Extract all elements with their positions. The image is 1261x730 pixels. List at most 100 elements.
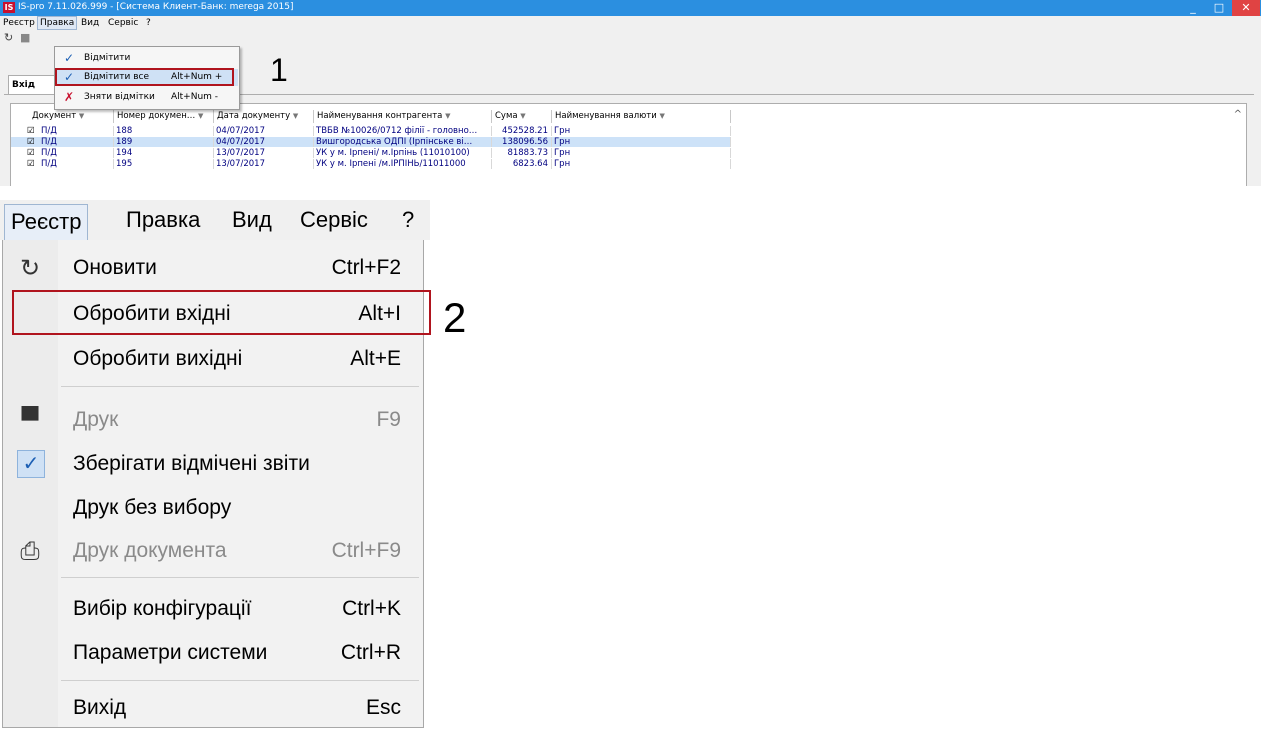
col-counterparty[interactable]: Найменування контрагента ▼ <box>314 110 492 123</box>
print-document-icon: ⎙ <box>20 538 40 565</box>
refresh-icon: ↻ <box>19 255 41 282</box>
cell-number: 194 <box>114 148 214 158</box>
cell-date: 04/07/2017 <box>214 137 314 147</box>
col-number[interactable]: Номер докумен… ▼ <box>114 110 214 123</box>
menu-item-label: Вибір конфігурації <box>73 597 252 620</box>
menu-item-shortcut: F9 <box>376 408 401 431</box>
documents-grid: Документ ▼ Номер докумен… ▼ Дата докумен… <box>10 103 1247 186</box>
menu-item-shortcut: Ctrl+F2 <box>331 256 401 279</box>
cell-number: 195 <box>114 159 214 169</box>
col-counterparty-label: Найменування контрагента <box>317 111 443 121</box>
menu-item-exit[interactable]: Вихід Esc <box>3 686 423 730</box>
minimize-button[interactable]: _ <box>1180 0 1206 16</box>
checkbox-checked-icon[interactable]: ☑ <box>25 126 37 136</box>
table-row[interactable]: ☑ П/Д 195 13/07/2017 УК у м. Ірпені /м.І… <box>11 159 731 169</box>
cell-currency: Грн <box>552 148 731 158</box>
filter-icon[interactable]: ▼ <box>293 112 298 120</box>
menu-item-system-parameters[interactable]: Параметри системи Ctrl+R <box>3 631 423 675</box>
menu-item-process-outgoing[interactable]: Обробити вихідні Alt+E <box>3 337 423 381</box>
menu-item-shortcut: Esc <box>365 696 401 719</box>
cell-counterparty: Вишгородська ОДПІ (Ірпінське ві… <box>314 137 492 147</box>
cell-sum: 81883.73 <box>492 148 552 158</box>
table-row[interactable]: ☑ П/Д 194 13/07/2017 УК у м. Ірпені/ м.І… <box>11 148 731 158</box>
menu-view[interactable]: Вид <box>232 207 272 233</box>
cell-number: 188 <box>114 126 214 136</box>
close-button[interactable]: ✕ <box>1232 0 1260 16</box>
cell-sum: 452528.21 <box>492 126 552 136</box>
highlight-box-2 <box>12 290 431 335</box>
checkbox-checked-icon[interactable]: ☑ <box>25 148 37 158</box>
window-title: IS-pro 7.11.026.999 - [Система Клиент-Ба… <box>18 2 294 12</box>
cell-date: 13/07/2017 <box>214 148 314 158</box>
table-row[interactable]: ☑ П/Д 189 04/07/2017 Вишгородська ОДПІ (… <box>11 137 731 147</box>
col-date-label: Дата документу <box>217 111 291 121</box>
menu-item-unmark[interactable]: ✗ Зняти відмітки Alt+Num - <box>56 89 238 106</box>
menu-item-shortcut: Ctrl+R <box>340 641 401 664</box>
callout-number-1: 1 <box>270 52 288 88</box>
filter-icon[interactable]: ▼ <box>445 112 450 120</box>
menu-item-label: Вихід <box>73 696 127 719</box>
col-date[interactable]: Дата документу ▼ <box>214 110 314 123</box>
menu-service[interactable]: Сервіс <box>300 207 368 233</box>
menu-item-shortcut: Ctrl+F9 <box>331 539 401 562</box>
menu-item-label: Оновити <box>73 256 157 279</box>
checkbox-checked-icon[interactable]: ☑ <box>25 159 37 169</box>
cell-date: 13/07/2017 <box>214 159 314 169</box>
menu-item-shortcut: Alt+E <box>350 347 401 370</box>
menu-edit[interactable]: Правка <box>37 16 78 30</box>
menu-bar: Реєстр Правка Вид Сервіс ? <box>0 16 1261 30</box>
scroll-up-icon[interactable]: ^ <box>1234 109 1242 120</box>
grid-header: Документ ▼ Номер докумен… ▼ Дата докумен… <box>11 110 731 124</box>
check-icon: ✓ <box>63 51 75 65</box>
menu-help[interactable]: ? <box>402 207 414 233</box>
menu-item-mark[interactable]: ✓ Відмітити <box>56 50 238 67</box>
menu-item-label: Зняти відмітки <box>84 92 155 102</box>
printer-icon: ▀ <box>21 407 39 434</box>
checkbox-checked-icon: ✓ <box>17 450 45 478</box>
menu-help[interactable]: ? <box>146 17 151 29</box>
menu-item-print-without-choice[interactable]: Друк без вибору <box>3 486 423 530</box>
maximize-button[interactable]: □ <box>1206 0 1232 16</box>
menu-item-refresh[interactable]: ↻ Оновити Ctrl+F2 <box>3 246 423 290</box>
cell-date: 04/07/2017 <box>214 126 314 136</box>
app-window: IS IS-pro 7.11.026.999 - [Система Клиент… <box>0 0 1261 186</box>
printer-icon[interactable]: ■ <box>20 32 30 44</box>
menu-edit[interactable]: Правка <box>126 207 200 233</box>
registry-menu-zoom: Реєстр Правка Вид Сервіс ? ↻ Оновити Ctr… <box>0 200 430 730</box>
filter-icon[interactable]: ▼ <box>660 112 665 120</box>
cell-number: 189 <box>114 137 214 147</box>
col-currency[interactable]: Найменування валюти ▼ <box>552 110 731 123</box>
cell-counterparty: ТВБВ №10026/0712 філії - головно… <box>314 126 492 136</box>
filter-icon[interactable]: ▼ <box>198 112 203 120</box>
menu-registry[interactable]: Реєстр <box>3 17 35 29</box>
menu-separator <box>61 577 419 578</box>
menu-item-label: Параметри системи <box>73 641 268 664</box>
menu-item-print: ▀ Друк F9 <box>3 398 423 442</box>
col-sum[interactable]: Сума ▼ <box>492 110 552 123</box>
menu-item-save-marked-reports[interactable]: ✓ Зберігати відмічені звіти <box>3 442 423 486</box>
cell-currency: Грн <box>552 159 731 169</box>
menu-item-print-document: ⎙ Друк документа Ctrl+F9 <box>3 529 423 573</box>
menu-item-label: Відмітити <box>84 53 131 63</box>
menu-service[interactable]: Сервіс <box>108 17 138 29</box>
menu-item-label: Обробити вихідні <box>73 347 243 370</box>
filter-icon[interactable]: ▼ <box>520 112 525 120</box>
menu-separator <box>61 680 419 681</box>
col-document[interactable]: Документ ▼ <box>29 110 114 123</box>
filter-icon[interactable]: ▼ <box>79 112 84 120</box>
menu-separator <box>61 386 419 387</box>
menu-view[interactable]: Вид <box>81 17 99 29</box>
refresh-icon[interactable]: ↻ <box>4 32 13 44</box>
cell-counterparty: УК у м. Ірпені/ м.Ірпінь (11010100) <box>314 148 492 158</box>
menu-item-label: Друк документа <box>73 539 227 562</box>
menu-item-select-configuration[interactable]: Вибір конфігурації Ctrl+K <box>3 587 423 631</box>
uncheck-icon: ✗ <box>63 90 75 104</box>
app-logo-icon: IS <box>3 2 15 13</box>
menu-registry[interactable]: Реєстр <box>4 204 89 241</box>
checkbox-checked-icon[interactable]: ☑ <box>25 137 37 147</box>
menu-item-shortcut: Ctrl+K <box>342 597 401 620</box>
zoom-menu-bar: Реєстр Правка Вид Сервіс ? <box>0 200 430 241</box>
title-bar: IS IS-pro 7.11.026.999 - [Система Клиент… <box>0 0 1261 16</box>
table-row[interactable]: ☑ П/Д 188 04/07/2017 ТВБВ №10026/0712 фі… <box>11 126 731 136</box>
cell-sum: 138096.56 <box>492 137 552 147</box>
